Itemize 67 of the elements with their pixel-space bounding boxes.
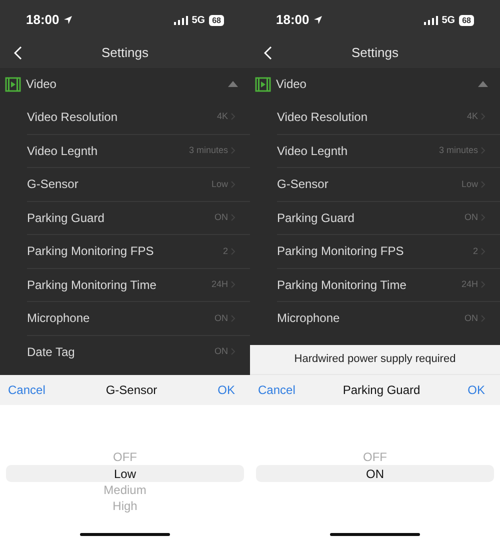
row-label: Parking Guard (27, 210, 106, 227)
cancel-button[interactable]: Cancel (8, 381, 46, 399)
settings-row[interactable]: Parking Monitoring Time 24H (277, 268, 500, 301)
row-value: 4K (466, 110, 478, 123)
location-arrow-icon (313, 15, 324, 25)
picker-option[interactable]: Low (6, 465, 244, 482)
settings-row[interactable]: Parking Monitoring FPS 2 (277, 234, 500, 268)
network-label: 5G (192, 14, 206, 28)
ok-button[interactable]: OK (468, 381, 492, 399)
back-icon[interactable] (264, 46, 272, 60)
row-value: 2 (222, 244, 228, 258)
row-value: ON (214, 345, 228, 358)
row-label: Microphone (277, 310, 341, 328)
row-value: 3 minutes (188, 144, 228, 157)
row-value: ON (464, 211, 478, 224)
row-value: 2 (472, 244, 478, 258)
battery-indicator: 68 (459, 14, 474, 26)
row-value: Low (461, 178, 478, 190)
row-label: Video Resolution (277, 108, 369, 126)
row-value: 24H (461, 278, 478, 291)
row-label: Parking Monitoring Time (277, 276, 408, 294)
network-label: 5G (442, 14, 456, 28)
row-label: Video Resolution (27, 108, 119, 126)
screen-title: Settings (102, 44, 148, 62)
row-label: Microphone (27, 310, 91, 328)
settings-row[interactable]: Parking Guard ON (277, 200, 500, 234)
row-label: G-Sensor (27, 176, 80, 194)
section-label: Video (276, 76, 308, 93)
battery-indicator: 68 (209, 14, 224, 26)
sheet-note: Hardwired power supply required (294, 352, 456, 368)
row-value: Low (211, 178, 228, 190)
settings-row[interactable]: Video Resolution 4K (27, 100, 250, 134)
section-label: Video (26, 76, 58, 93)
row-value: ON (464, 312, 478, 324)
settings-row[interactable]: Video Resolution 4K (277, 100, 500, 134)
row-value: ON (214, 211, 228, 224)
sheet-title: G-Sensor (106, 382, 158, 399)
cancel-button[interactable]: Cancel (258, 381, 296, 399)
signal-icon (174, 16, 188, 24)
row-label: Parking Monitoring Time (27, 276, 158, 294)
video-icon (255, 76, 271, 92)
status-time: 18:00 (26, 11, 60, 30)
row-value: 24H (211, 278, 228, 291)
status-time: 18:00 (276, 11, 310, 30)
location-arrow-icon (63, 15, 74, 25)
row-label: G-Sensor (277, 176, 330, 194)
signal-icon (424, 16, 438, 24)
settings-row[interactable]: Video Legnth 3 minutes (277, 134, 500, 167)
row-label: Parking Monitoring FPS (277, 243, 405, 260)
screen-title: Settings (352, 44, 398, 62)
section-header[interactable]: Video (250, 68, 500, 100)
video-icon (5, 76, 21, 92)
sheet-title: Parking Guard (342, 382, 420, 399)
row-label: Video Legnth (277, 142, 349, 160)
row-label: Parking Guard (277, 210, 356, 227)
ok-button[interactable]: OK (218, 381, 242, 399)
row-value: ON (214, 312, 228, 324)
settings-row[interactable]: G-Sensor Low (277, 167, 500, 200)
row-value: 3 minutes (438, 144, 478, 157)
row-value: 4K (216, 110, 228, 123)
row-label: Date Tag (27, 344, 76, 361)
row-label: Video Legnth (27, 142, 99, 160)
settings-row[interactable]: Microphone ON (277, 301, 500, 334)
row-label: Parking Monitoring FPS (27, 243, 155, 260)
back-icon[interactable] (14, 46, 22, 60)
picker-option[interactable]: ON (256, 465, 494, 482)
section-header[interactable]: Video (0, 68, 250, 100)
